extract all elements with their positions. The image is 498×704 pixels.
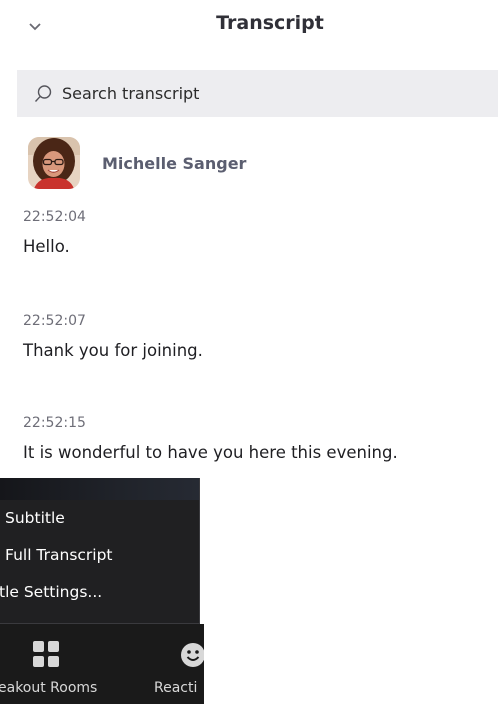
transcript-entry: 22:52:15 It is wonderful to have you her… [23,414,398,463]
menu-item-subtitle[interactable]: Subtitle [5,509,65,527]
menu-item-subtitle-settings[interactable]: tle Settings... [0,583,102,601]
breakout-rooms-label: eakout Rooms [0,680,98,696]
transcript-entry: 22:52:07 Thank you for joining. [23,312,203,361]
entry-text: It is wonderful to have you here this ev… [23,443,398,462]
panel-title: Transcript [216,12,324,34]
entry-text: Hello. [23,237,70,256]
meeting-toolbar: eakout Rooms Reacti [0,624,204,704]
captions-menu: Subtitle Full Transcript tle Settings... [0,478,200,624]
transcript-window: Transcript Search transcript Michelle Sa… [0,0,498,704]
grid-icon [33,641,59,667]
search-input[interactable] [62,78,462,109]
transcript-header: Transcript [0,0,498,52]
speaker-name: Michelle Sanger [102,153,247,173]
menu-item-full-transcript[interactable]: Full Transcript [5,546,113,564]
transcript-entry: 22:52:04 Hello. [23,208,86,257]
search-box[interactable] [17,70,498,117]
avatar [28,137,80,189]
entry-timestamp: 22:52:15 [23,415,86,431]
reactions-button[interactable]: Reacti [148,624,204,704]
reactions-label: Reacti [154,680,198,696]
entry-text: Thank you for joining. [23,341,203,360]
entry-timestamp: 22:52:04 [23,209,86,225]
search-icon [34,84,52,102]
breakout-rooms-button[interactable]: eakout Rooms [0,624,148,704]
speaker-header: Michelle Sanger [28,137,246,189]
smiley-icon [181,643,204,667]
menu-backdrop [0,478,199,500]
entry-timestamp: 22:52:07 [23,313,86,329]
